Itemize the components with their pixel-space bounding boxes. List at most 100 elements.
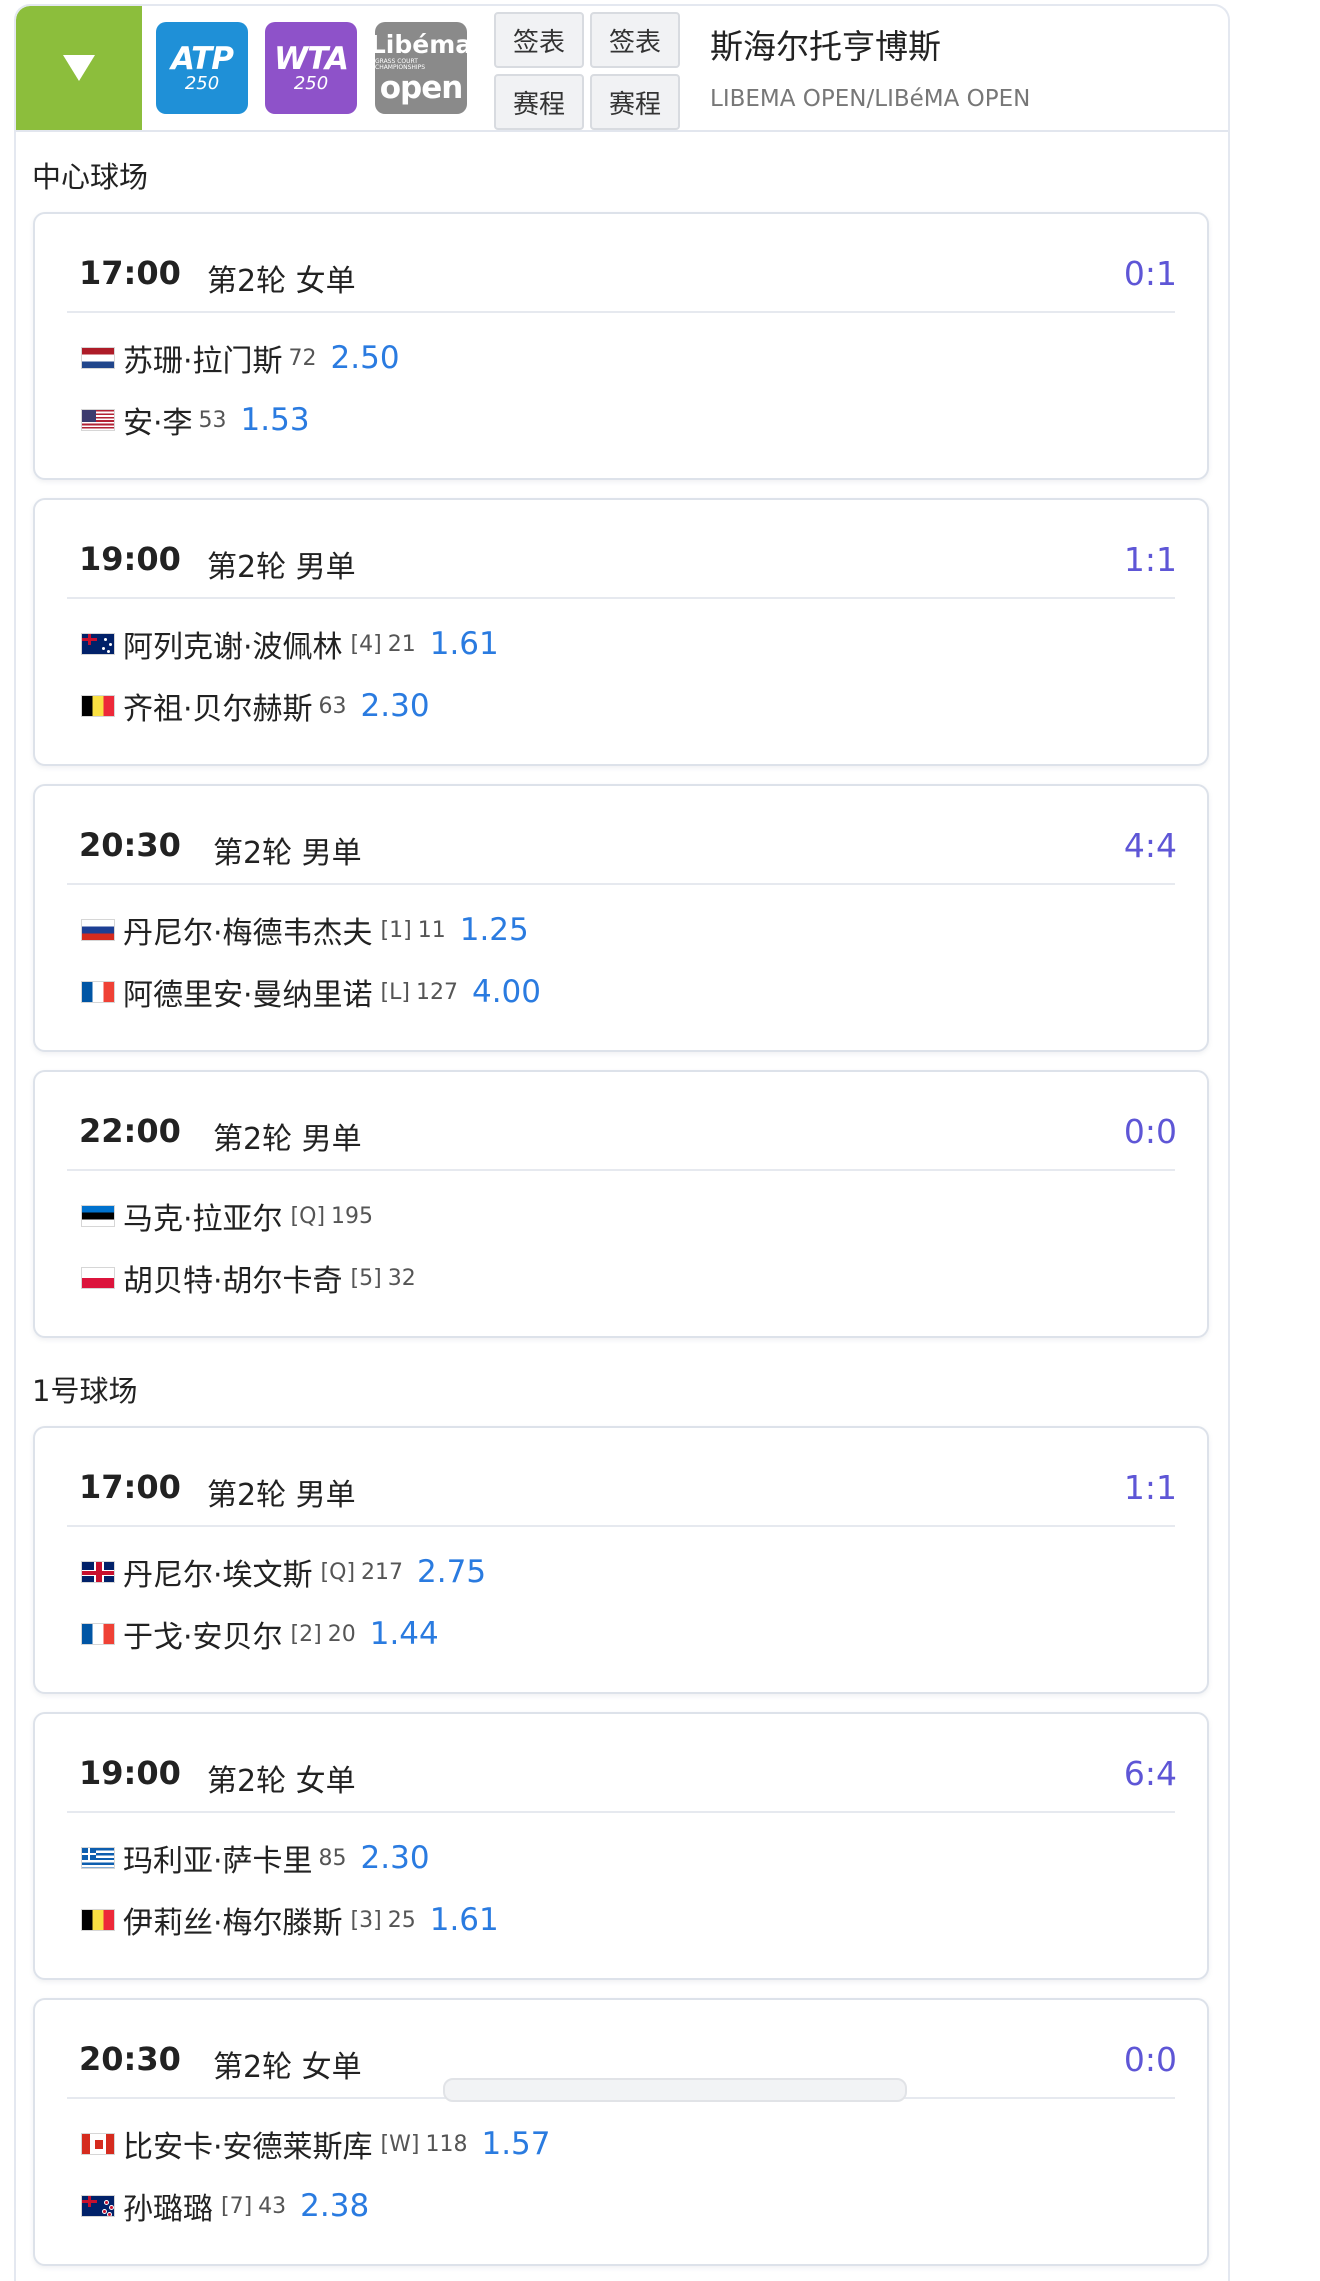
flag-fr-icon — [81, 1623, 115, 1645]
player-row[interactable]: 阿列克谢·波佩林 [4] 21 1.61 — [81, 626, 499, 665]
player-seed: [Q] — [320, 1559, 356, 1585]
player-name[interactable]: 伊莉丝·梅尔滕斯 — [123, 1898, 343, 1942]
player-row[interactable]: 于戈·安贝尔 [2] 20 1.44 — [81, 1616, 439, 1655]
player-seed: [Q] — [290, 1203, 326, 1229]
player-rank: 85 — [318, 1845, 347, 1871]
wta-logo-level: 250 — [293, 72, 329, 94]
tournament-name: 斯海尔托亨博斯 — [710, 27, 941, 66]
match-card[interactable]: 19:00 第2轮 女单 6:4 玛利亚·萨卡里 85 2.30 伊莉丝·梅尔滕斯 [3] 25… — [33, 1712, 1209, 1980]
wta-250-logo[interactable]: WTA 250 — [265, 22, 357, 114]
player-name[interactable]: 阿德里安·曼纳里诺 — [123, 970, 373, 1014]
match-score: 1:1 — [1123, 1468, 1177, 1507]
match-round: 第2轮 男单 — [207, 550, 356, 585]
flag-fr-icon — [81, 981, 115, 1003]
atp-logo-level: 250 — [184, 72, 220, 94]
expand-toggle-button[interactable] — [16, 6, 142, 130]
scroll-handle[interactable] — [443, 2078, 907, 2102]
match-time: 20:30 — [79, 2040, 181, 2078]
match-score: 1:1 — [1123, 540, 1177, 579]
player-rank: 20 — [327, 1621, 356, 1647]
player-seed: [2] — [290, 1621, 322, 1647]
player-seed: [4] — [350, 631, 382, 657]
player-row[interactable]: 伊莉丝·梅尔滕斯 [3] 25 1.61 — [81, 1902, 499, 1941]
match-header: 19:00 第2轮 男单 1:1 — [35, 500, 1207, 597]
match-card[interactable]: 20:30 第2轮 男单 4:4 丹尼尔·梅德韦杰夫 [1] 11 1.25 阿德里安·曼纳里… — [33, 784, 1209, 1052]
player-rank: 195 — [331, 1203, 374, 1229]
player-row[interactable]: 阿德里安·曼纳里诺 [L] 127 4.00 — [81, 974, 541, 1013]
libema-logo-line3: open — [379, 70, 464, 106]
player-odds[interactable]: 1.44 — [370, 1616, 439, 1652]
player-row[interactable]: 安·李 53 1.53 — [81, 402, 310, 441]
match-time: 17:00 — [79, 1468, 181, 1506]
match-time: 17:00 — [79, 254, 181, 292]
player-rank: 32 — [387, 1265, 416, 1291]
player-row[interactable]: 孙璐璐 [7] 43 2.38 — [81, 2188, 369, 2227]
divider — [67, 1811, 1175, 1813]
player-odds[interactable]: 1.61 — [430, 626, 499, 662]
player-rank: 11 — [417, 917, 446, 943]
match-round: 第2轮 男单 — [207, 1478, 356, 1513]
player-odds[interactable]: 2.50 — [331, 340, 400, 376]
flag-be-icon — [81, 1909, 115, 1931]
player-row[interactable]: 比安卡·安德莱斯库 [W] 118 1.57 — [81, 2126, 551, 2165]
match-score: 0:0 — [1123, 1112, 1177, 1151]
libema-open-logo[interactable]: Libéma GRASS COURT CHAMPIONSHIPS open — [370, 22, 472, 114]
player-rank: 63 — [318, 693, 347, 719]
match-card[interactable]: 19:00 第2轮 男单 1:1 阿列克谢·波佩林 [4] 21 1.61 齐祖·贝尔赫斯 63… — [33, 498, 1209, 766]
draw-wta-button[interactable]: 签表 — [590, 12, 680, 68]
tournament-subtitle: LIBEMA OPEN/LIBéMA OPEN — [710, 86, 1031, 112]
player-name[interactable]: 于戈·安贝尔 — [123, 1612, 283, 1656]
player-odds[interactable]: 2.30 — [361, 688, 430, 724]
player-row[interactable]: 玛利亚·萨卡里 85 2.30 — [81, 1840, 430, 1879]
flag-gr-icon — [81, 1847, 115, 1869]
player-name[interactable]: 阿列克谢·波佩林 — [123, 622, 343, 666]
atp-250-logo[interactable]: ATP 250 — [156, 22, 248, 114]
match-score: 0:1 — [1123, 254, 1177, 293]
flag-gb-icon — [81, 1561, 115, 1583]
match-header: 17:00 第2轮 男单 1:1 — [35, 1428, 1207, 1525]
player-row[interactable]: 齐祖·贝尔赫斯 63 2.30 — [81, 688, 430, 727]
draw-atp-button[interactable]: 签表 — [494, 12, 584, 68]
player-odds[interactable]: 1.61 — [430, 1902, 499, 1938]
player-row[interactable]: 丹尼尔·埃文斯 [Q] 217 2.75 — [81, 1554, 486, 1593]
player-rank: 25 — [387, 1907, 416, 1933]
match-card[interactable]: 20:30 第2轮 女单 0:0 比安卡·安德莱斯库 [W] 118 1.57 孙璐璐 [7] 4… — [33, 1998, 1209, 2266]
player-name[interactable]: 安·李 — [123, 398, 193, 442]
match-card[interactable]: 22:00 第2轮 男单 0:0 马克·拉亚尔 [Q] 195 胡贝特·胡尔卡奇 [5] 32 — [33, 1070, 1209, 1338]
match-round: 第2轮 女单 — [207, 264, 356, 299]
match-round: 第2轮 女单 — [213, 2050, 362, 2085]
player-name[interactable]: 齐祖·贝尔赫斯 — [123, 684, 313, 728]
divider — [67, 311, 1175, 313]
match-score: 6:4 — [1123, 1754, 1177, 1793]
player-name[interactable]: 丹尼尔·埃文斯 — [123, 1550, 313, 1594]
player-rank: 217 — [361, 1559, 404, 1585]
player-odds[interactable]: 2.30 — [361, 1840, 430, 1876]
player-odds[interactable]: 2.38 — [300, 2188, 369, 2224]
schedule-wta-button[interactable]: 赛程 — [590, 74, 680, 130]
player-row[interactable]: 马克·拉亚尔 [Q] 195 — [81, 1198, 374, 1237]
match-header: 20:30 第2轮 男单 4:4 — [35, 786, 1207, 883]
player-name[interactable]: 玛利亚·萨卡里 — [123, 1836, 313, 1880]
player-name[interactable]: 孙璐璐 — [123, 2184, 213, 2228]
player-rank: 43 — [258, 2193, 287, 2219]
player-row[interactable]: 丹尼尔·梅德韦杰夫 [1] 11 1.25 — [81, 912, 529, 951]
flag-au-icon — [81, 633, 115, 655]
schedule-atp-button[interactable]: 赛程 — [494, 74, 584, 130]
match-card[interactable]: 17:00 第2轮 男单 1:1 丹尼尔·埃文斯 [Q] 217 2.75 于戈·安贝尔 [2]… — [33, 1426, 1209, 1694]
player-name[interactable]: 比安卡·安德莱斯库 — [123, 2122, 373, 2166]
player-row[interactable]: 苏珊·拉门斯 72 2.50 — [81, 340, 400, 379]
player-name[interactable]: 马克·拉亚尔 — [123, 1194, 283, 1238]
player-odds[interactable]: 1.57 — [481, 2126, 550, 2162]
player-odds[interactable]: 1.53 — [241, 402, 310, 438]
divider — [67, 1169, 1175, 1171]
match-header: 22:00 第2轮 男单 0:0 — [35, 1072, 1207, 1169]
court-title: 中心球场 — [32, 160, 149, 194]
player-odds[interactable]: 2.75 — [417, 1554, 486, 1590]
player-odds[interactable]: 1.25 — [460, 912, 529, 948]
player-name[interactable]: 苏珊·拉门斯 — [123, 336, 283, 380]
match-card[interactable]: 17:00 第2轮 女单 0:1 苏珊·拉门斯 72 2.50 安·李 53 1.53 — [33, 212, 1209, 480]
player-name[interactable]: 丹尼尔·梅德韦杰夫 — [123, 908, 373, 952]
player-name[interactable]: 胡贝特·胡尔卡奇 — [123, 1256, 343, 1300]
player-odds[interactable]: 4.00 — [472, 974, 541, 1010]
player-row[interactable]: 胡贝特·胡尔卡奇 [5] 32 — [81, 1260, 416, 1299]
